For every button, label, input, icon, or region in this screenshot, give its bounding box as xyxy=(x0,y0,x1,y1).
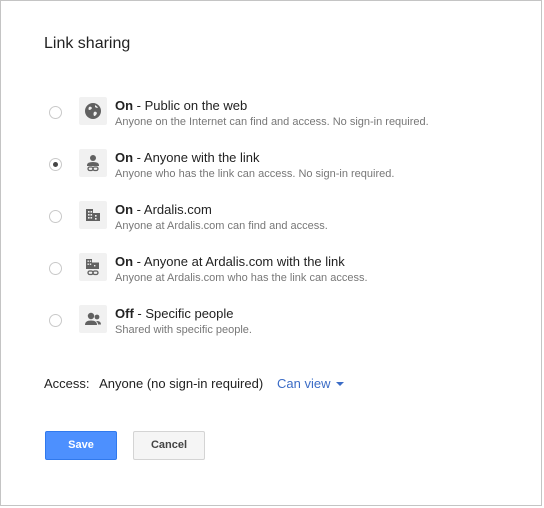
save-button[interactable]: Save xyxy=(45,431,117,460)
option-label: Public on the web xyxy=(144,98,248,113)
option-label: Anyone at Ardalis.com with the link xyxy=(143,254,345,269)
option-title: On - Ardalis.com xyxy=(115,202,212,217)
option-state: On xyxy=(115,254,134,269)
radio-button[interactable] xyxy=(49,210,62,223)
option-public-web[interactable]: On - Public on the web Anyone on the Int… xyxy=(1,97,541,141)
option-description: Shared with specific people. xyxy=(115,324,252,336)
radio-button[interactable] xyxy=(49,314,62,327)
building-link-icon xyxy=(79,253,107,281)
person-link-icon xyxy=(79,149,107,177)
option-state: Off xyxy=(115,306,134,321)
option-separator: - xyxy=(133,150,144,165)
permission-dropdown[interactable]: Can view xyxy=(277,376,345,391)
option-title: On - Public on the web xyxy=(115,98,247,113)
access-value: Anyone (no sign-in required) xyxy=(99,376,264,391)
option-description: Anyone at Ardalis.com can find and acces… xyxy=(115,220,328,232)
option-label: Anyone with the link xyxy=(143,150,260,165)
option-specific-people[interactable]: Off - Specific people Shared with specif… xyxy=(1,305,541,349)
access-label: Access: xyxy=(44,376,90,391)
option-description: Anyone at Ardalis.com who has the link c… xyxy=(115,272,368,284)
option-ardalis-with-link[interactable]: On - Anyone at Ardalis.com with the link… xyxy=(1,253,541,297)
option-description: Anyone on the Internet can find and acce… xyxy=(115,116,429,128)
option-title: Off - Specific people xyxy=(115,306,234,321)
option-description: Anyone who has the link can access. No s… xyxy=(115,168,395,180)
option-state: On xyxy=(115,150,134,165)
globe-icon xyxy=(79,97,107,125)
building-icon xyxy=(79,201,107,229)
option-title: On - Anyone at Ardalis.com with the link xyxy=(115,254,345,269)
people-icon xyxy=(79,305,107,333)
option-anyone-with-link[interactable]: On - Anyone with the link Anyone who has… xyxy=(1,149,541,193)
option-state: On xyxy=(115,202,134,217)
permission-value: Can view xyxy=(277,376,331,391)
option-label: Ardalis.com xyxy=(143,202,212,217)
option-title: On - Anyone with the link xyxy=(115,150,260,165)
access-summary: Access: Anyone (no sign-in required) xyxy=(44,376,263,391)
dialog-title: Link sharing xyxy=(44,35,131,52)
radio-button[interactable] xyxy=(49,262,62,275)
radio-button[interactable] xyxy=(49,106,62,119)
option-separator: - xyxy=(133,306,146,321)
cancel-button[interactable]: Cancel xyxy=(133,431,205,460)
option-separator: - xyxy=(133,98,145,113)
option-separator: - xyxy=(133,254,144,269)
option-ardalis-domain[interactable]: On - Ardalis.com Anyone at Ardalis.com c… xyxy=(1,201,541,245)
option-state: On xyxy=(115,98,134,113)
option-label: Specific people xyxy=(145,306,234,321)
radio-button-selected[interactable] xyxy=(49,158,62,171)
option-separator: - xyxy=(133,202,144,217)
link-sharing-dialog: Link sharing On - Public on the web Anyo… xyxy=(0,0,542,506)
caret-down-icon xyxy=(336,381,345,386)
